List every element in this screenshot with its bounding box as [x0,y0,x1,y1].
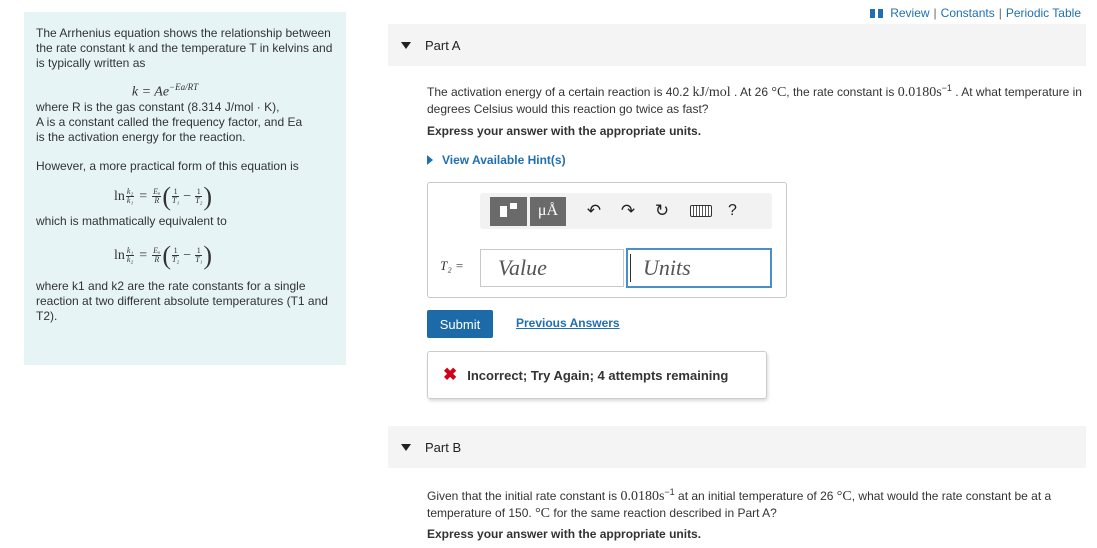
constants-link[interactable]: Constants [941,6,995,20]
info-where-activation: is the activation energy for the reactio… [36,129,246,144]
info-intro: The Arrhenius equation shows the relatio… [36,26,333,70]
view-hints-link[interactable]: View Available Hint(s) [427,153,566,167]
part-a-header[interactable]: Part A [388,24,1086,66]
previous-answers-link[interactable]: Previous Answers [516,316,620,330]
undo-icon[interactable]: ↶ [580,196,608,226]
info-practical: However, a more practical form of this e… [36,158,299,173]
top-links: Review | Constants | Periodic Table [870,6,1081,20]
caret-right-icon [427,155,433,165]
close-icon: ✖ [443,365,458,384]
arrhenius-equation: k = Ae−Ea/RT [131,82,199,100]
answer-box: μÅ ↶ ↷ ↻ ? T₂ = Value Units [427,182,787,298]
periodic-table-link[interactable]: Periodic Table [1006,6,1081,20]
equation-form-2: ln k₁ k₂ = Eₐ R ( 1 T₂ − 1 T₁ ) [114,241,213,271]
submit-button[interactable]: Submit [427,310,493,338]
link-separator: | [933,6,937,20]
part-b-label: Part B [425,439,462,455]
review-link[interactable]: Review [890,6,929,20]
units-input[interactable]: Units [626,248,772,288]
info-where-gas: where R is the gas constant (8.314 J/mol… [36,99,280,114]
part-b-question: Given that the initial rate constant is … [427,487,1052,521]
chevron-down-icon [401,443,411,451]
equation-form-1: ln k₂ k₁ = Eₐ R ( 1 T₁ − 1 T₂ ) [114,182,213,212]
part-a-label: Part A [425,37,461,53]
info-where-frequency: A is a constant called the frequency fac… [36,114,303,129]
part-a-question: The activation energy of a certain react… [427,83,1082,116]
help-icon[interactable]: ? [728,196,737,226]
part-b-header[interactable]: Part B [388,426,1086,468]
info-equivalent: which is mathmatically equivalent to [36,213,227,228]
info-panel: The Arrhenius equation shows the relatio… [24,12,346,365]
template-button[interactable] [490,196,527,226]
reset-icon[interactable]: ↻ [648,196,676,226]
book-icon [870,8,884,18]
math-toolbar: μÅ ↶ ↷ ↻ ? [480,193,772,229]
part-b-instruction: Express your answer with the appropriate… [427,527,702,541]
keyboard-icon[interactable] [690,205,712,217]
info-where-k: where k1 and k2 are the rate constants f… [36,278,328,323]
chevron-down-icon [401,41,411,49]
redo-icon[interactable]: ↷ [614,196,642,226]
answer-variable-label: T₂ = [440,258,464,273]
value-input[interactable]: Value [480,249,624,287]
units-symbol-button[interactable]: μÅ [530,196,566,226]
link-separator: | [998,6,1002,20]
part-a-instruction: Express your answer with the appropriate… [427,124,702,138]
feedback-message: ✖ Incorrect; Try Again; 4 attempts remai… [427,351,767,399]
